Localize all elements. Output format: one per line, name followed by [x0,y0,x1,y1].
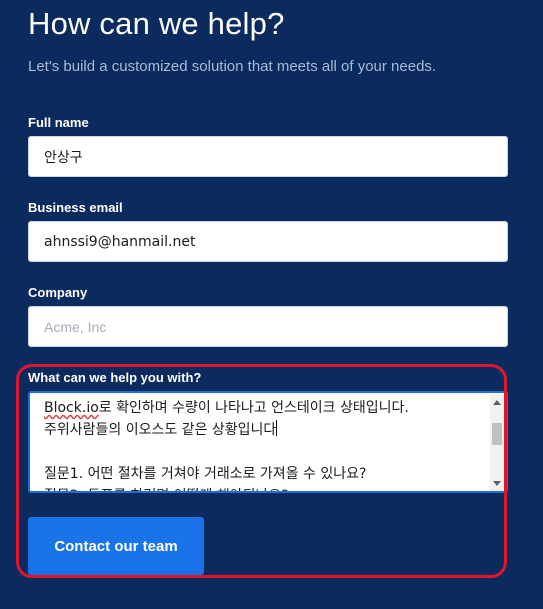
company-label: Company [28,285,88,300]
text-caret [276,420,278,436]
scrollbar-thumb[interactable] [492,423,502,445]
full-name-value: 안상구 [44,149,83,166]
textarea-scrollbar[interactable] [490,395,504,491]
scroll-down-arrow-icon[interactable] [493,481,501,486]
spellcheck-word: Block.io [44,400,99,416]
message-line-4: 질문1. 어떤 절차를 거쳐야 거래소로 가져올 수 있나요? [44,466,367,482]
message-textarea[interactable]: Block.io로 확인하며 수량이 나타나고 언스테이크 상태입니다. 주위사… [28,391,508,493]
company-field[interactable]: Acme, Inc [28,306,508,347]
message-line-3 [44,441,486,463]
business-email-label: Business email [28,200,123,215]
message-line-2: 주위사람들의 이오스도 같은 상황입니다 [44,420,278,438]
message-line-1: Block.io로 확인하며 수량이 나타나고 언스테이크 상태입니다. [44,400,409,416]
business-email-value: ahnssi9@hanmail.net [44,233,196,250]
message-label: What can we help you with? [28,370,202,385]
full-name-field[interactable]: 안상구 [28,136,508,177]
page-subtitle: Let's build a customized solution that m… [28,58,437,75]
page-title: How can we help? [28,6,285,41]
full-name-label: Full name [28,115,89,130]
contact-our-team-button[interactable]: Contact our team [28,517,204,575]
company-placeholder: Acme, Inc [44,318,107,335]
scroll-up-arrow-icon[interactable] [493,400,501,405]
message-line-5: 질문2. 투표를 하려면 어떻게 해야되나요? [44,485,486,491]
business-email-field[interactable]: ahnssi9@hanmail.net [28,221,508,262]
